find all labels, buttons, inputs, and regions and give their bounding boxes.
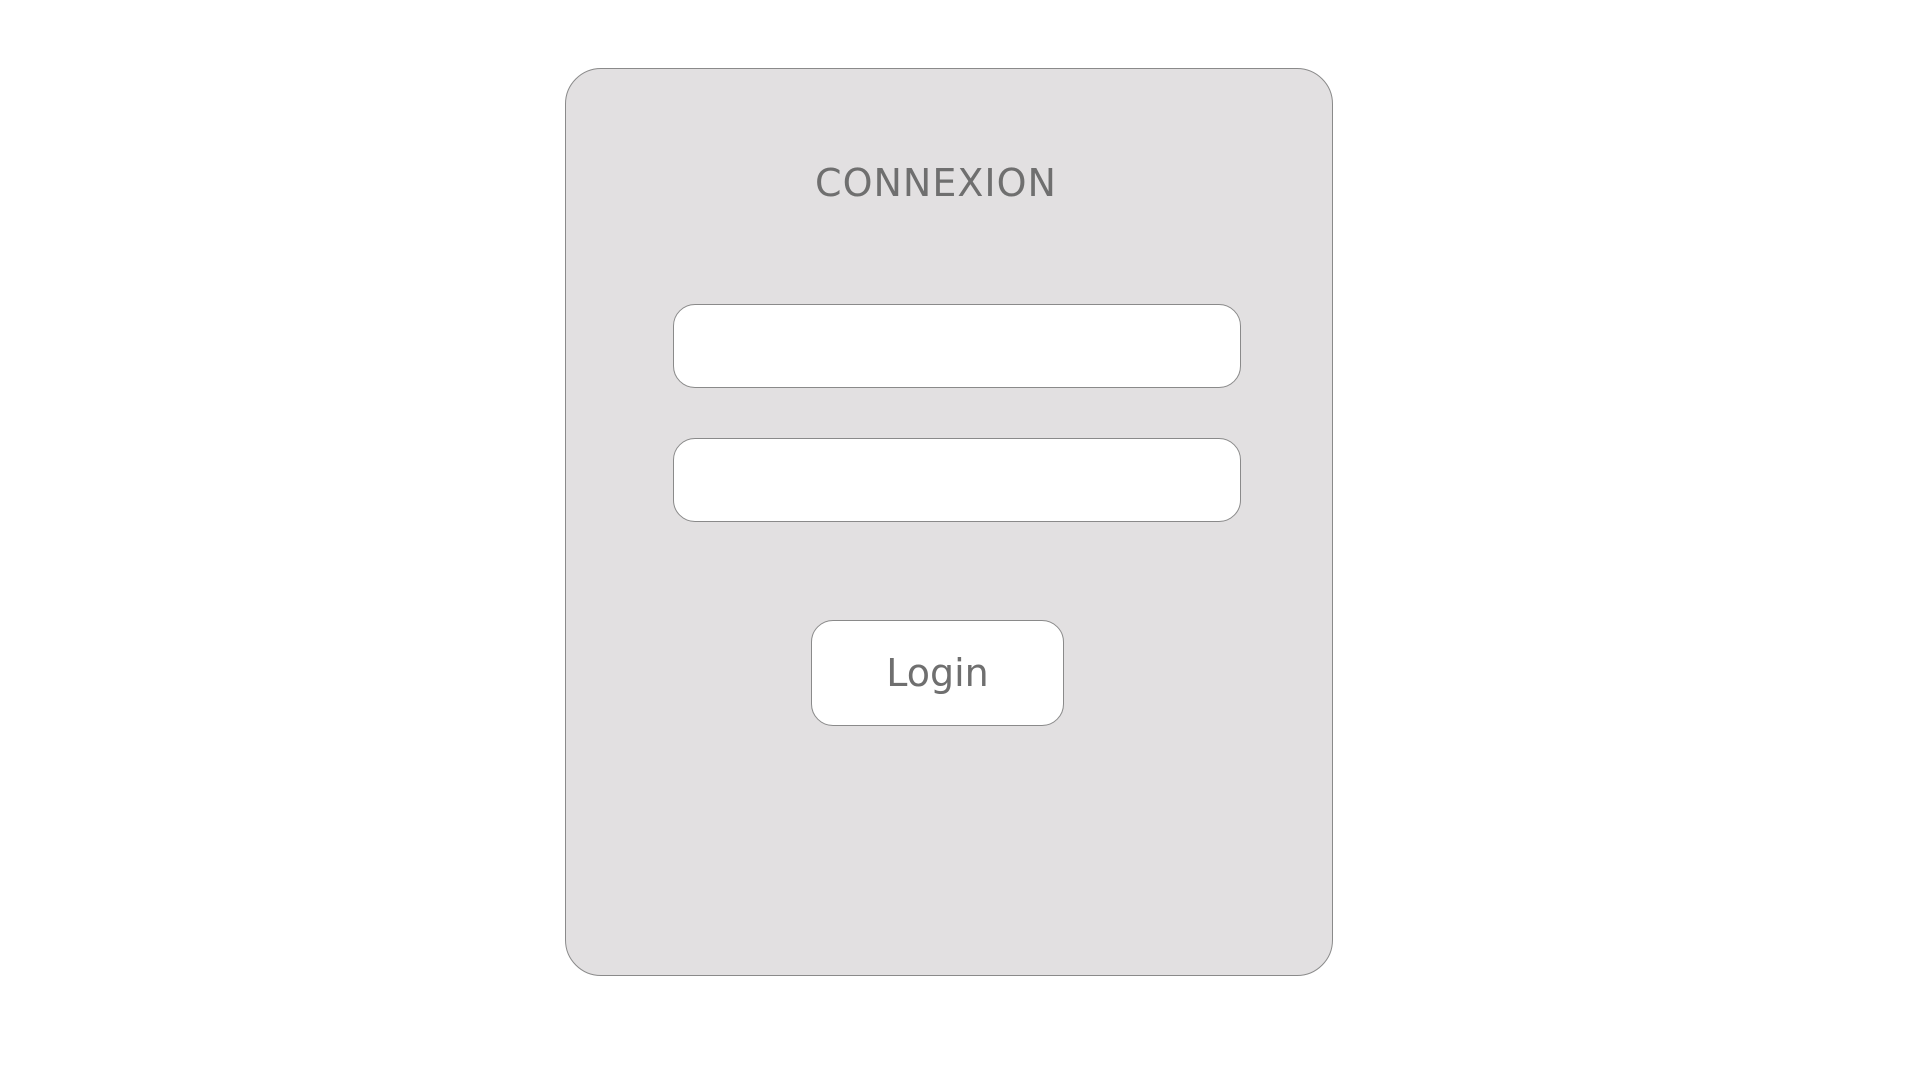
login-button[interactable]: Login [811, 620, 1064, 726]
login-panel: CONNEXION Login [565, 68, 1333, 976]
login-title: CONNEXION [815, 161, 1057, 205]
password-input[interactable] [673, 438, 1241, 522]
username-input[interactable] [673, 304, 1241, 388]
